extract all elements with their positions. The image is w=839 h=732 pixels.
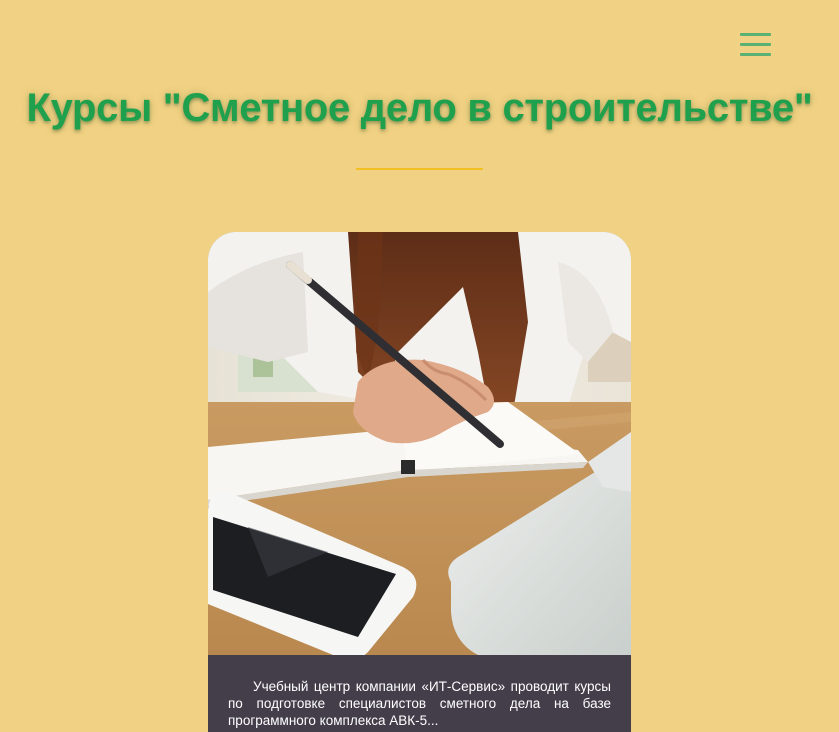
title-divider (356, 168, 483, 170)
course-description: Учебный центр компании «ИТ-Сервис» прово… (228, 679, 611, 728)
hamburger-menu-icon[interactable] (740, 33, 771, 57)
menu-bar-middle (740, 43, 771, 46)
menu-bar-top (740, 33, 771, 36)
course-card: Учебный центр компании «ИТ-Сервис» прово… (208, 232, 631, 732)
course-photo (208, 232, 631, 655)
page-title: Курсы "Сметное дело в строительстве" (26, 86, 813, 130)
menu-bar-bottom (740, 53, 771, 56)
